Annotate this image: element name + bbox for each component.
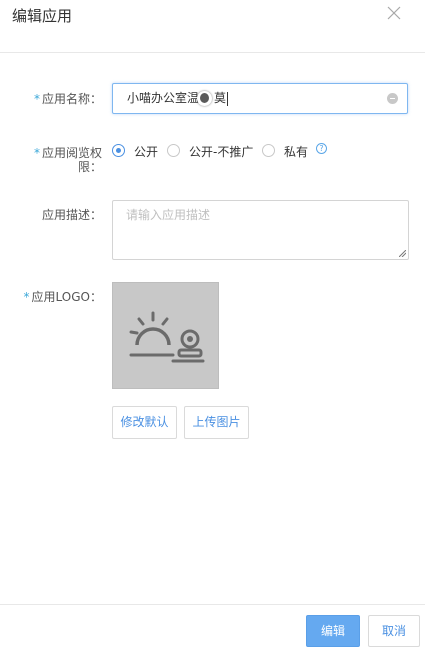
app-logo-image (112, 282, 219, 389)
permission-label-line1: 应用阅览权 (41, 146, 102, 160)
description-label: 应用描述： (41, 208, 102, 222)
logo-label-text: 应用LOGO： (31, 290, 102, 304)
required-mark: * (33, 92, 40, 106)
radio-public-circle (112, 144, 125, 157)
resize-grip-icon[interactable] (399, 250, 406, 257)
dialog-header: 编辑应用 (0, 0, 425, 53)
description-placeholder: 请输入应用描述 (126, 208, 211, 222)
radio-public-no-promote-circle (167, 144, 180, 157)
radio-private-circle (262, 144, 275, 157)
app-name-label: * 应用名称： (34, 92, 102, 106)
upload-image-button[interactable]: 上传图片 (184, 406, 249, 439)
app-name-label-text: 应用名称： (41, 92, 102, 106)
app-name-value: 小喵办公室温莫 (127, 84, 229, 113)
app-name-value-tail: 莫 (214, 91, 227, 105)
description-textarea[interactable]: 请输入应用描述 (112, 200, 409, 260)
dialog-title: 编辑应用 (12, 7, 73, 25)
dialog-footer: 编辑 取消 (0, 604, 425, 651)
close-icon[interactable] (387, 6, 401, 20)
edit-app-dialog: 编辑应用 * 应用名称： 小喵办公室温莫 * 应用阅览权 限： 公开 公开-不推广 … (0, 0, 425, 651)
radio-public-no-promote-label: 公开-不推广 (189, 145, 254, 159)
edit-button[interactable]: 编辑 (306, 615, 360, 647)
app-name-value-text: 小喵办公室温 (127, 91, 200, 105)
radio-private-label: 私有 (284, 145, 309, 159)
sunset-webcam-icon (129, 311, 205, 363)
text-cursor (227, 91, 229, 106)
app-name-input[interactable]: 小喵办公室温莫 (112, 83, 408, 114)
radio-public-label: 公开 (134, 145, 159, 159)
logo-label: * 应用LOGO： (24, 290, 102, 304)
required-mark: * (33, 146, 40, 160)
permission-label-line2: 限： (77, 160, 102, 174)
help-icon[interactable]: ? (316, 143, 327, 154)
required-mark: * (23, 290, 30, 304)
cancel-button[interactable]: 取消 (368, 615, 420, 647)
clear-input-icon[interactable] (387, 93, 398, 104)
avatar-icon (197, 91, 212, 106)
reset-default-logo-button[interactable]: 修改默认 (112, 406, 177, 439)
permission-label: * 应用阅览权 限： (34, 146, 102, 174)
